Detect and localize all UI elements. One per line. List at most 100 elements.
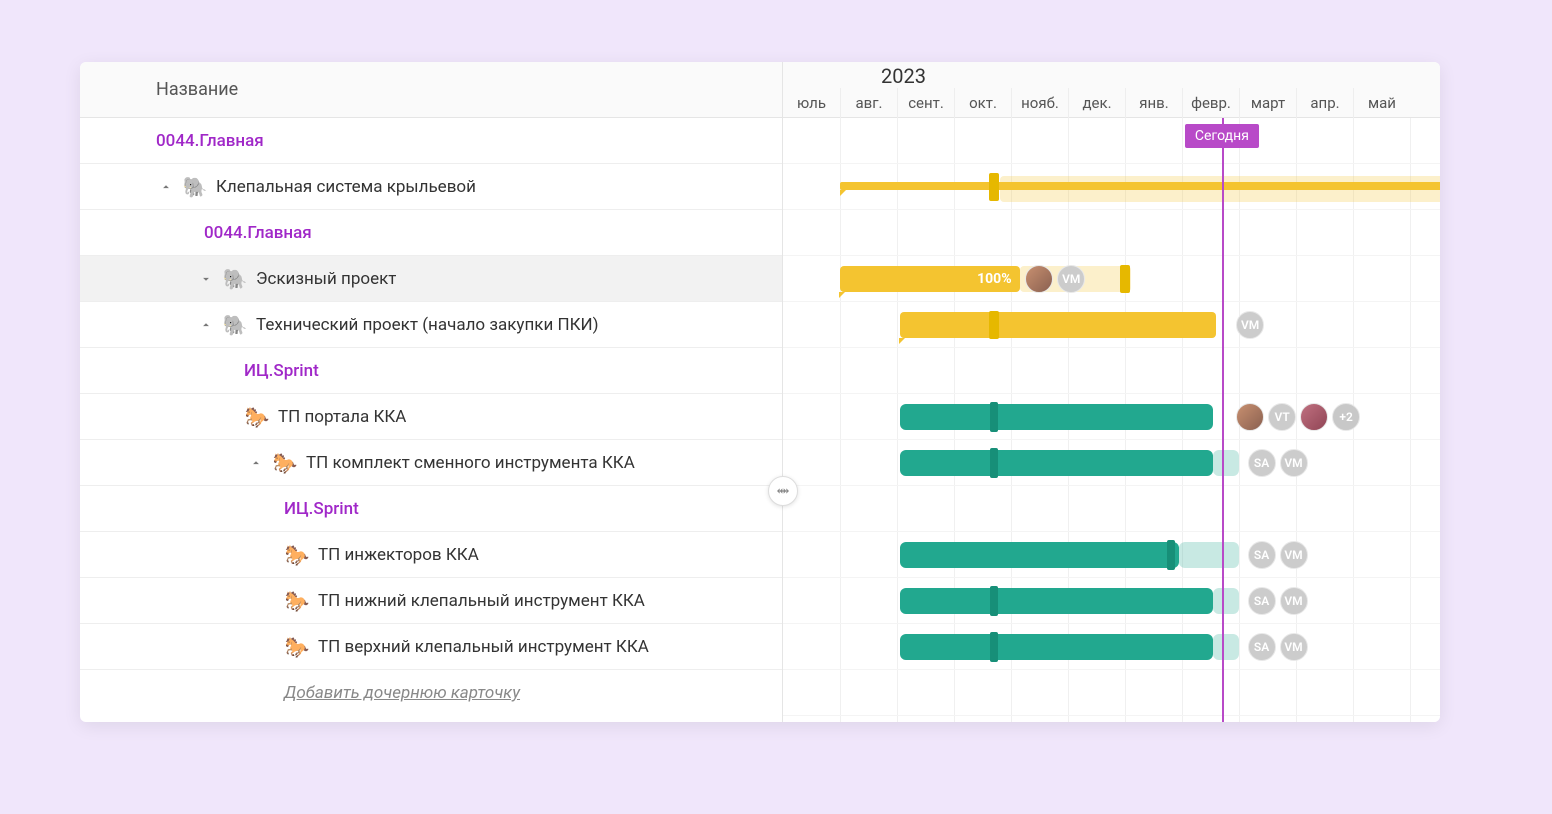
avatar-badge[interactable]: SA bbox=[1248, 449, 1276, 477]
avatar-badge[interactable]: VM bbox=[1280, 449, 1308, 477]
chevron-up-icon[interactable] bbox=[154, 175, 178, 199]
today-marker-line bbox=[1222, 118, 1224, 722]
task-row[interactable]: 🐘Клепальная система крыльевой bbox=[80, 164, 782, 210]
avatar-badge[interactable]: VT bbox=[1268, 403, 1296, 431]
elephant-icon: 🐘 bbox=[182, 175, 208, 199]
assignee-avatars[interactable]: VM bbox=[1025, 256, 1085, 302]
chevron-down-icon[interactable] bbox=[194, 267, 218, 291]
timeline-pane: 2023 юльавг.сент.окт.нояб.дек.янв.февр.м… bbox=[783, 62, 1440, 722]
timeline-row: SAVM bbox=[783, 578, 1440, 624]
avatar-badge[interactable]: VM bbox=[1057, 265, 1085, 293]
elephant-icon: 🐘 bbox=[222, 313, 248, 337]
pane-splitter-handle[interactable] bbox=[768, 476, 798, 506]
column-header-name[interactable]: Название bbox=[80, 62, 782, 118]
horse-icon: 🐎 bbox=[244, 405, 270, 429]
progress-marker[interactable] bbox=[990, 586, 998, 616]
assignee-avatars[interactable]: SAVM bbox=[1248, 624, 1308, 670]
progress-marker[interactable] bbox=[990, 448, 998, 478]
task-title: ТП комплект сменного инструмента ККА bbox=[306, 453, 635, 473]
month-header: авг. bbox=[840, 88, 897, 118]
timeline-row: VT +2 bbox=[783, 394, 1440, 440]
gantt-task-bar[interactable]: 100% bbox=[840, 266, 1020, 292]
gantt-baseline bbox=[1213, 634, 1239, 660]
month-header: юль bbox=[783, 88, 840, 118]
add-child-card-link[interactable]: Добавить дочернюю карточку bbox=[80, 670, 782, 716]
progress-marker[interactable] bbox=[990, 632, 998, 662]
chevron-up-icon[interactable] bbox=[194, 313, 218, 337]
avatar-badge[interactable]: VM bbox=[1280, 541, 1308, 569]
task-row[interactable]: 0044.Главная bbox=[80, 118, 782, 164]
resize-horizontal-icon bbox=[775, 483, 791, 499]
gantt-task-bar[interactable] bbox=[900, 404, 1214, 430]
gantt-task-bar[interactable] bbox=[900, 588, 1214, 614]
task-row[interactable]: 🐎ТП инжекторов ККА bbox=[80, 532, 782, 578]
avatar-badge[interactable]: VM bbox=[1236, 311, 1264, 339]
task-link[interactable]: ИЦ.Sprint bbox=[244, 361, 319, 381]
timeline-row: SAVM bbox=[783, 532, 1440, 578]
progress-marker[interactable] bbox=[1120, 265, 1130, 293]
add-child-label: Добавить дочернюю карточку bbox=[284, 683, 520, 703]
timeline-row bbox=[783, 118, 1440, 164]
timeline-row bbox=[783, 210, 1440, 256]
timeline-header: 2023 юльавг.сент.окт.нояб.дек.янв.февр.м… bbox=[783, 62, 1440, 118]
avatar-badge[interactable]: SA bbox=[1248, 541, 1276, 569]
task-title: Технический проект (начало закупки ПКИ) bbox=[256, 315, 599, 335]
task-row[interactable]: 🐎ТП верхний клепальный инструмент ККА bbox=[80, 624, 782, 670]
progress-marker[interactable] bbox=[1167, 540, 1175, 570]
column-header-label: Название bbox=[156, 79, 238, 100]
assignee-avatars[interactable]: VM bbox=[1236, 302, 1264, 348]
task-title: ТП нижний клепальный инструмент ККА bbox=[318, 591, 645, 611]
month-header: март bbox=[1239, 88, 1296, 118]
timeline-row: 100% VM bbox=[783, 256, 1440, 302]
chevron-up-icon[interactable] bbox=[244, 451, 268, 475]
gantt-task-bar[interactable] bbox=[900, 634, 1214, 660]
task-row[interactable]: ИЦ.Sprint bbox=[80, 486, 782, 532]
avatar-photo[interactable] bbox=[1025, 265, 1053, 293]
month-header: февр. bbox=[1182, 88, 1239, 118]
timeline-body[interactable]: 100%VMVMVT+2SAVMSAVMSAVMSAVM Сегодня bbox=[783, 118, 1440, 722]
avatar-more[interactable]: +2 bbox=[1332, 403, 1360, 431]
task-row[interactable]: 🐘 Технический проект (начало закупки ПКИ) bbox=[80, 302, 782, 348]
progress-marker[interactable] bbox=[990, 402, 998, 432]
task-link[interactable]: 0044.Главная bbox=[156, 131, 264, 151]
timeline-row: SAVM bbox=[783, 624, 1440, 670]
elephant-icon: 🐘 bbox=[222, 267, 248, 291]
task-row[interactable]: 🐎ТП нижний клепальный инструмент ККА bbox=[80, 578, 782, 624]
task-row[interactable]: 🐘 Эскизный проект bbox=[80, 256, 782, 302]
task-row[interactable]: 🐎 ТП комплект сменного инструмента ККА bbox=[80, 440, 782, 486]
avatar-badge[interactable]: VM bbox=[1280, 633, 1308, 661]
assignee-avatars[interactable]: SAVM bbox=[1248, 578, 1308, 624]
month-header: сент. bbox=[897, 88, 954, 118]
assignee-avatars[interactable]: SAVM bbox=[1248, 532, 1308, 578]
avatar-badge[interactable]: SA bbox=[1248, 587, 1276, 615]
gantt-baseline bbox=[1213, 588, 1239, 614]
progress-marker[interactable] bbox=[989, 311, 999, 339]
gantt-task-bar[interactable] bbox=[900, 450, 1214, 476]
gantt-summary-bar[interactable] bbox=[840, 182, 1440, 190]
task-list-pane: Название 0044.Главная 🐘Клепальная система… bbox=[80, 62, 783, 722]
month-header: окт. bbox=[954, 88, 1011, 118]
avatar-badge[interactable]: SA bbox=[1248, 633, 1276, 661]
horse-icon: 🐎 bbox=[284, 635, 310, 659]
gantt-task-bar[interactable] bbox=[900, 542, 1179, 568]
task-row[interactable]: 0044.Главная bbox=[80, 210, 782, 256]
gantt-task-bar[interactable] bbox=[900, 312, 1216, 338]
progress-label: 100% bbox=[977, 271, 1011, 287]
today-label: Сегодня bbox=[1195, 128, 1249, 144]
assignee-avatars[interactable]: SAVM bbox=[1248, 440, 1308, 486]
progress-marker[interactable] bbox=[989, 173, 999, 201]
task-row[interactable]: ИЦ.Sprint bbox=[80, 348, 782, 394]
task-title: Эскизный проект bbox=[256, 269, 396, 289]
avatar-photo[interactable] bbox=[1236, 403, 1264, 431]
horse-icon: 🐎 bbox=[284, 543, 310, 567]
task-link[interactable]: ИЦ.Sprint bbox=[284, 499, 359, 519]
timeline-row bbox=[783, 486, 1440, 532]
avatar-photo[interactable] bbox=[1300, 403, 1328, 431]
avatar-badge[interactable]: VM bbox=[1280, 587, 1308, 615]
assignee-avatars[interactable]: VT +2 bbox=[1236, 394, 1360, 440]
today-badge[interactable]: Сегодня bbox=[1185, 124, 1259, 148]
task-title: ТП портала ККА bbox=[278, 407, 406, 427]
horse-icon: 🐎 bbox=[272, 451, 298, 475]
task-link[interactable]: 0044.Главная bbox=[204, 223, 312, 243]
task-row[interactable]: 🐎 ТП портала ККА bbox=[80, 394, 782, 440]
